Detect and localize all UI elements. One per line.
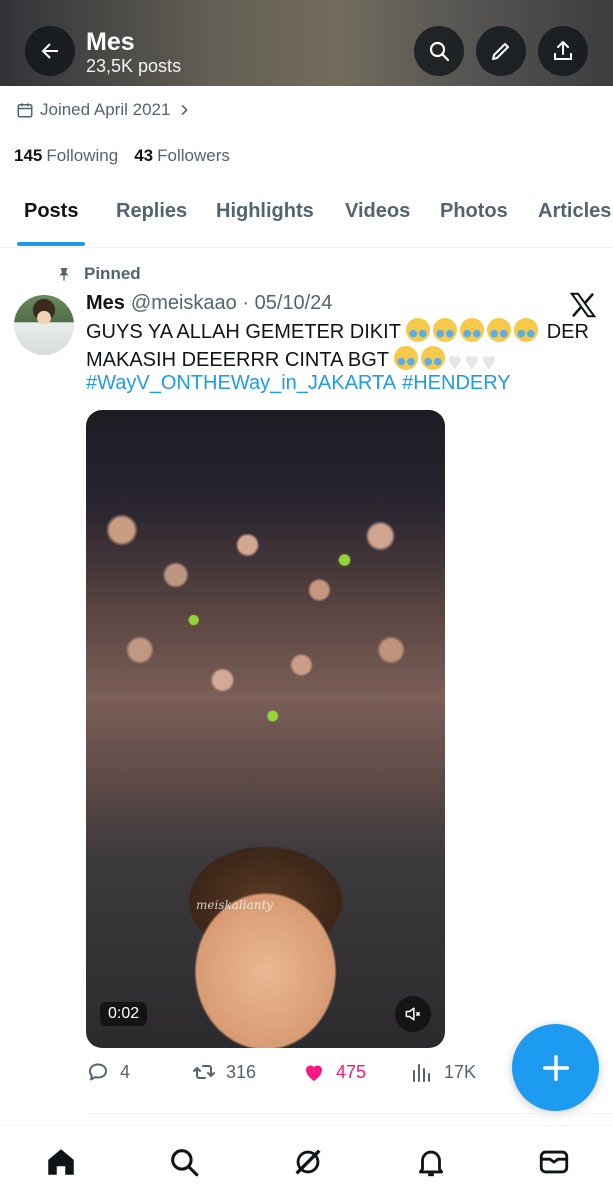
joined-label: Joined April 2021 xyxy=(40,100,171,119)
mute-icon xyxy=(405,1007,421,1021)
repost-count: 316 xyxy=(226,1061,257,1082)
share-button[interactable] xyxy=(538,26,588,76)
tab-replies[interactable]: Replies xyxy=(116,200,187,223)
pinned-indicator: Pinned xyxy=(56,264,141,284)
tab-highlights[interactable]: Highlights xyxy=(216,200,314,223)
hashtag-link[interactable]: #HENDERY xyxy=(402,372,511,395)
pinned-label: Pinned xyxy=(84,264,141,283)
author-handle-date: @meiskaao · 05/10/24 xyxy=(130,292,333,314)
search-icon xyxy=(171,1149,199,1177)
bell-icon xyxy=(418,1150,444,1177)
post-count: 23,5K posts xyxy=(86,56,182,76)
video-crowd-image xyxy=(86,470,445,770)
tweet-hashtags: #WayV_ONTHEWay_in_JAKARTA #HENDERY xyxy=(86,372,511,395)
back-arrow-icon xyxy=(41,43,58,59)
video-duration: 0:02 xyxy=(100,1002,148,1026)
crying-emoji-icon xyxy=(406,318,431,342)
reply-icon xyxy=(89,1063,107,1081)
search-icon xyxy=(429,41,450,62)
repost-icon xyxy=(193,1065,215,1079)
plus-icon xyxy=(542,1054,569,1081)
white-heart-icon: ♥ xyxy=(465,349,479,374)
home-icon xyxy=(48,1149,74,1175)
followers-count: 43 xyxy=(134,146,154,165)
profile-tabs: Posts Replies Highlights Videos Photos A… xyxy=(0,180,613,248)
crying-emoji-icon xyxy=(460,318,485,342)
x-logo-icon xyxy=(569,292,597,318)
tweet-line1-end: DER xyxy=(546,321,589,343)
pin-icon xyxy=(59,268,69,281)
follow-stats: 145 Following 43 Followers xyxy=(14,146,230,166)
crying-emoji-icon xyxy=(487,318,512,342)
pencil-icon xyxy=(492,43,509,60)
like-count: 475 xyxy=(336,1061,367,1082)
white-heart-icon: ♥ xyxy=(482,349,496,374)
tweet-line1: GUYS YA ALLAH GEMETER DIKIT xyxy=(86,321,401,343)
author-name: Mes xyxy=(86,292,125,314)
mail-icon xyxy=(539,1150,569,1174)
tab-articles[interactable]: Articles xyxy=(538,200,611,223)
following-label: Following xyxy=(46,146,119,165)
tab-videos[interactable]: Videos xyxy=(345,200,410,223)
nav-home[interactable] xyxy=(43,1144,79,1180)
tweet-video[interactable]: meiskalianty 0:02 xyxy=(86,410,445,1048)
tweet-author[interactable]: Mes @meiskaao · 05/10/24 xyxy=(86,292,332,315)
reply-count: 4 xyxy=(120,1061,131,1082)
reply-button[interactable]: 4 xyxy=(86,1060,130,1084)
nav-notifications[interactable] xyxy=(413,1144,449,1180)
views-icon xyxy=(413,1064,430,1082)
chevron-right-icon xyxy=(181,104,189,116)
nav-grok[interactable] xyxy=(290,1144,326,1180)
like-button[interactable]: 475 xyxy=(302,1060,366,1084)
crying-emoji-icon xyxy=(421,346,446,370)
hashtag-link[interactable]: #WayV_ONTHEWay_in_JAKARTA xyxy=(86,372,396,395)
crying-emoji-icon xyxy=(433,318,458,342)
back-button[interactable] xyxy=(25,26,75,76)
grok-icon xyxy=(295,1149,321,1175)
views-button[interactable]: 17K xyxy=(410,1060,476,1084)
crying-emoji-icon xyxy=(394,346,419,370)
following-link[interactable]: 145 Following xyxy=(14,146,118,166)
avatar[interactable] xyxy=(14,295,74,355)
crying-emoji-icon xyxy=(514,318,539,342)
tweet-text: GUYS YA ALLAH GEMETER DIKIT DER MAKASIH … xyxy=(86,318,606,375)
bottom-navigation xyxy=(0,1125,613,1200)
nav-messages[interactable] xyxy=(536,1144,572,1180)
calendar-icon xyxy=(17,103,33,118)
like-icon xyxy=(306,1065,322,1081)
edit-button[interactable] xyxy=(476,26,526,76)
tab-posts[interactable]: Posts xyxy=(24,200,78,223)
compose-button[interactable] xyxy=(512,1024,599,1111)
share-icon xyxy=(554,41,572,60)
mute-button[interactable] xyxy=(395,996,431,1032)
video-watermark: meiskalianty xyxy=(196,898,274,912)
followers-label: Followers xyxy=(157,146,230,165)
tab-photos[interactable]: Photos xyxy=(440,200,508,223)
tweet-line2: MAKASIH DEEERRR CINTA BGT xyxy=(86,349,389,371)
nav-search[interactable] xyxy=(166,1144,202,1180)
views-count: 17K xyxy=(444,1061,477,1082)
joined-date[interactable]: Joined April 2021 xyxy=(16,100,192,120)
followers-link[interactable]: 43 Followers xyxy=(134,146,230,166)
white-heart-icon: ♥ xyxy=(448,349,462,374)
repost-button[interactable]: 316 xyxy=(192,1060,256,1084)
tweet-divider xyxy=(86,1113,613,1114)
active-tab-indicator xyxy=(17,242,85,246)
following-count: 145 xyxy=(14,146,43,165)
profile-name: Mes xyxy=(86,28,135,56)
search-button[interactable] xyxy=(414,26,464,76)
tweet-actions: 4 316 475 17K xyxy=(86,1060,506,1088)
